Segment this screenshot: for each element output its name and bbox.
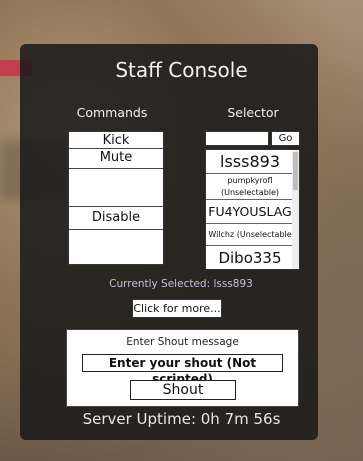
command-mute-button[interactable]: Mute (69, 149, 163, 169)
player-list[interactable]: lsss893 pumpkyrofl (Unselectable) FU4YOU… (205, 149, 300, 270)
shout-button[interactable]: Shout (130, 380, 236, 400)
player-item[interactable]: Dibo335 (206, 246, 294, 269)
player-item[interactable]: Wilchz (Unselectable (206, 224, 294, 246)
command-kick-button[interactable]: Kick (69, 132, 163, 149)
selector-header: Selector (227, 105, 279, 120)
current-selection-text: Currently Selected: lsss893 (109, 278, 253, 290)
shout-message-input[interactable]: Enter your shout (Not scripted) (82, 354, 283, 386)
command-empty-slot[interactable] (69, 230, 163, 264)
go-button[interactable]: Go (271, 131, 300, 146)
command-disable-scripts-button[interactable]: Disable Scripts (69, 207, 163, 247)
shout-label: Enter Shout message (126, 336, 239, 348)
scrollbar-thumb[interactable] (293, 152, 298, 190)
console-title: Staff Console (115, 58, 248, 82)
commands-header: Commands (76, 105, 148, 120)
click-for-more-button[interactable]: Click for more... (132, 299, 222, 318)
command-empty-slot[interactable] (69, 169, 163, 207)
player-list-scrollbar[interactable] (292, 150, 299, 269)
player-item[interactable]: pumpkyrofl (Unselectable) (206, 174, 294, 200)
player-search-input[interactable] (205, 131, 269, 146)
server-uptime: Server Uptime: 0h 7m 56s (82, 410, 281, 428)
player-item[interactable]: lsss893 (206, 150, 294, 174)
player-item[interactable]: FU4YOUSLAG (206, 200, 294, 224)
shout-section: Enter Shout message Enter your shout (No… (66, 329, 299, 407)
commands-list: Kick Mute Disable Scripts (68, 131, 164, 265)
